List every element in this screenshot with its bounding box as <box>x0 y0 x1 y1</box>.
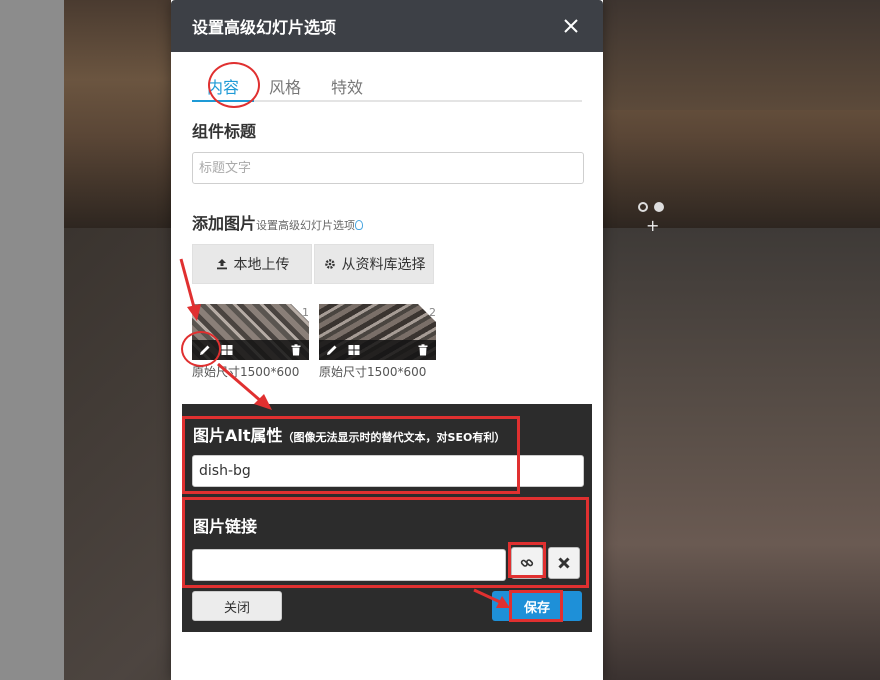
tab-bar: 内容 风格 特效 <box>192 62 582 108</box>
tab-effects[interactable]: 特效 <box>316 70 378 102</box>
alt-attr-input[interactable] <box>192 455 584 487</box>
grid-icon[interactable] <box>220 343 234 357</box>
grid-icon[interactable] <box>347 343 361 357</box>
alt-attr-note: （图像无法显示时的替代文本，对SEO有利） <box>282 431 506 444</box>
add-slide-plus-icon[interactable]: + <box>646 218 659 234</box>
link-icon <box>520 556 534 570</box>
slider-dot[interactable] <box>638 202 648 212</box>
image-index-2: 2 <box>429 306 436 319</box>
upload-local-button[interactable]: 本地上传 <box>192 244 312 284</box>
annotation-circle-edit <box>181 331 221 367</box>
dialog-header: 设置高级幻灯片选项 <box>171 0 603 52</box>
remove-icon <box>557 556 571 570</box>
component-title-input[interactable] <box>192 152 584 184</box>
link-button[interactable] <box>511 547 543 579</box>
trash-icon[interactable] <box>289 343 303 357</box>
add-images-label: 添加图片 <box>192 214 257 233</box>
lightbulb-icon[interactable] <box>355 219 364 230</box>
slideshow-image-bottom-right <box>602 228 880 680</box>
select-from-library-button[interactable]: 从资料库选择 <box>314 244 434 284</box>
remove-link-button[interactable] <box>548 547 580 579</box>
image-link-input[interactable] <box>192 549 506 581</box>
trash-icon[interactable] <box>416 343 430 357</box>
add-images-heading: 添加图片设置高级幻灯片选项 <box>192 210 364 234</box>
image-thumbnail-2 <box>319 304 436 360</box>
upload-icon <box>215 257 229 271</box>
page-background-left <box>0 0 64 680</box>
image-link-label: 图片链接 <box>193 517 258 536</box>
gear-icon <box>323 257 337 271</box>
tab-style[interactable]: 风格 <box>254 70 316 102</box>
close-button[interactable]: 关闭 <box>192 591 282 621</box>
dialog-title: 设置高级幻灯片选项 <box>192 18 337 37</box>
upload-local-label: 本地上传 <box>233 257 290 273</box>
alt-attr-heading: 图片Alt属性（图像无法显示时的替代文本，对SEO有利） <box>193 422 505 446</box>
slider-dot-active[interactable] <box>654 202 664 212</box>
library-label: 从资料库选择 <box>341 257 426 273</box>
slider-pagination <box>638 202 664 212</box>
close-icon[interactable] <box>559 14 583 38</box>
component-title-label: 组件标题 <box>192 122 257 141</box>
pencil-icon[interactable] <box>325 343 339 357</box>
alt-attr-label: 图片Alt属性 <box>193 426 283 445</box>
tab-content[interactable]: 内容 <box>192 70 255 102</box>
slideshow-image-top-right <box>602 0 880 110</box>
image-index-1: 1 <box>302 306 309 319</box>
image-size-2: 原始尺寸1500*600 <box>319 365 427 379</box>
save-button[interactable]: 保存 <box>492 591 582 621</box>
add-images-hint: 设置高级幻灯片选项 <box>256 219 356 232</box>
